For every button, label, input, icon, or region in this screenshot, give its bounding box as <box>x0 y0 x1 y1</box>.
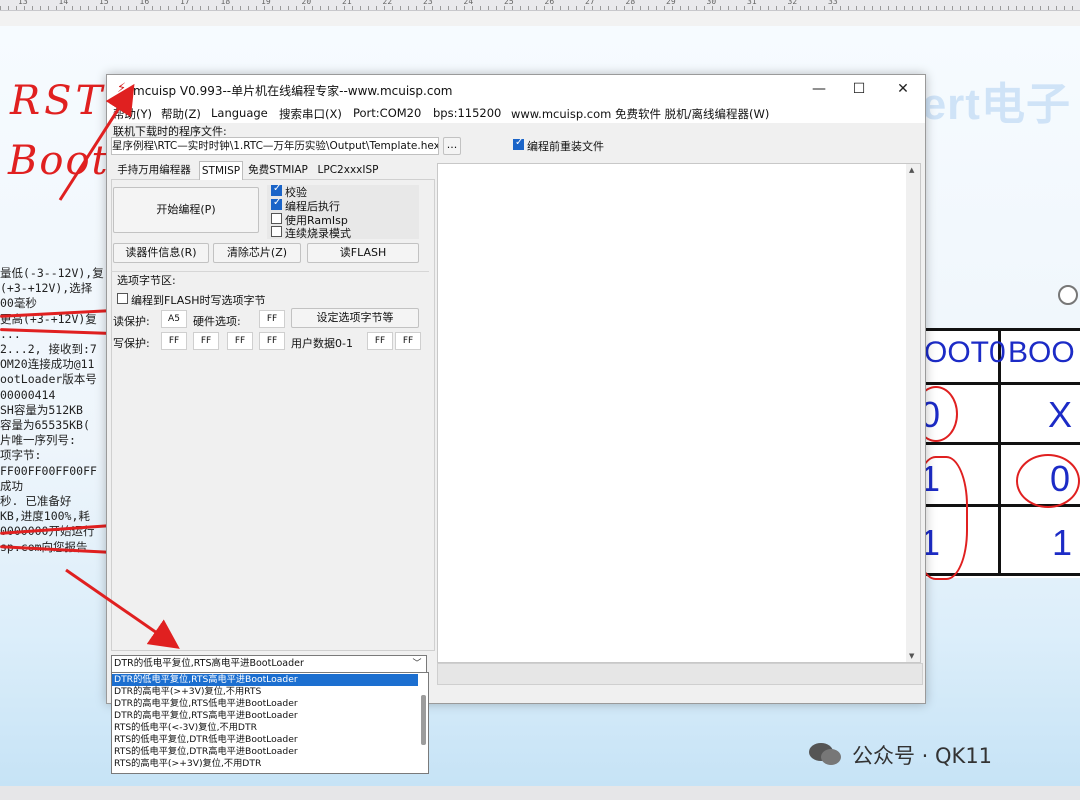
wechat-icon <box>809 743 841 765</box>
arrow-to-app-icon <box>58 83 135 201</box>
arrow-to-dropdown <box>65 568 180 649</box>
watermark-text: 公众号 · QK11 <box>852 744 993 768</box>
annotation-arrows <box>58 83 180 649</box>
